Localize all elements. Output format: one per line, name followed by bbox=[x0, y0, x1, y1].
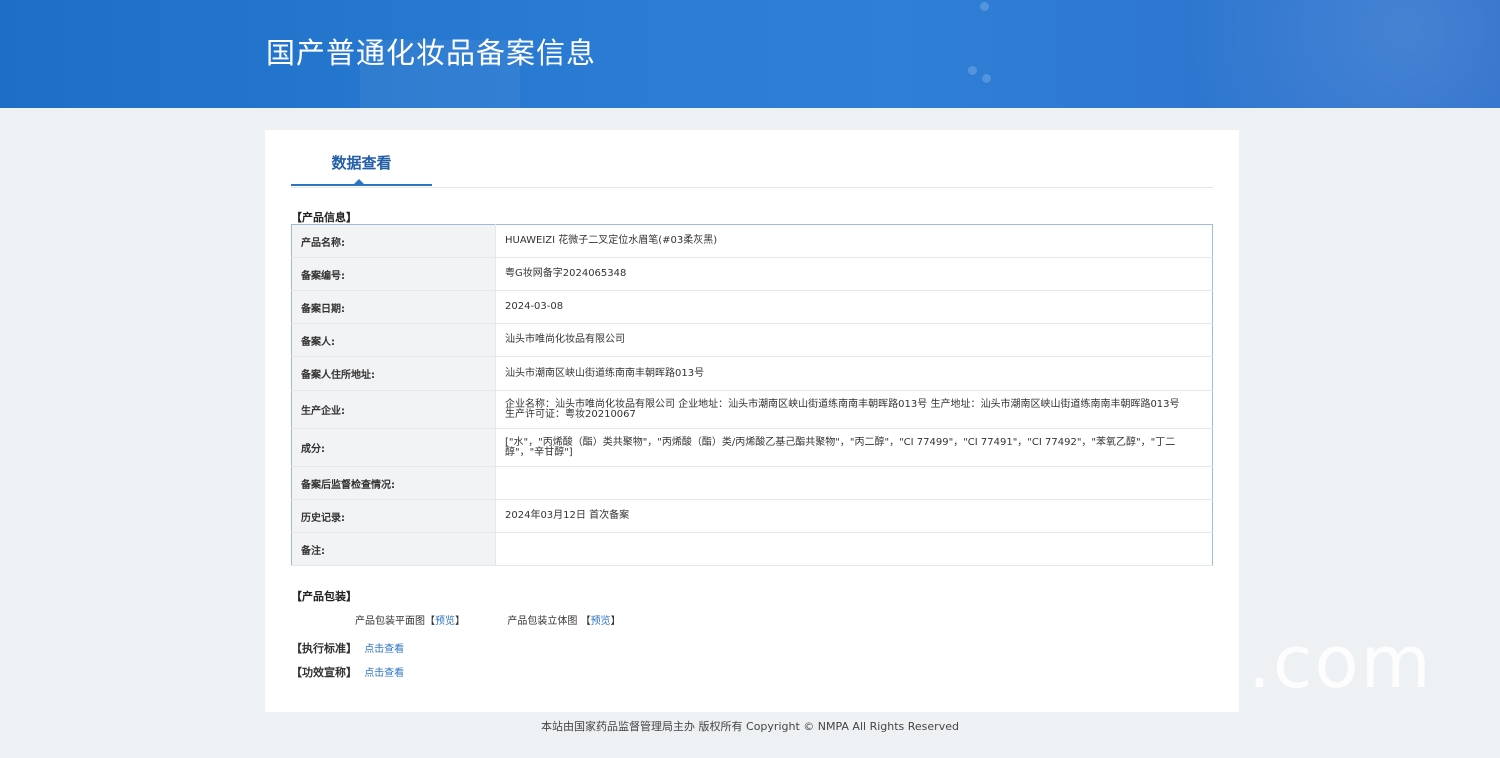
efficacy-view-link[interactable]: 点击查看 bbox=[364, 668, 404, 679]
table-row: 备案人住所地址: 汕头市潮南区峡山街道练南南丰朝晖路013号 bbox=[291, 356, 1213, 391]
bracket: 】 bbox=[610, 616, 621, 627]
banner-dot bbox=[968, 66, 977, 75]
row-value-cell: ["水"，"丙烯酸（酯）类共聚物"，"丙烯酸（酯）类/丙烯酸乙基己酯共聚物"，"… bbox=[495, 428, 1213, 467]
efficacy-line: 【功效宣称】 点击查看 bbox=[291, 664, 404, 680]
content-card: 数据查看 【产品信息】 产品名称: HUAWEIZI 花微子二叉定位水眉笔(#0… bbox=[265, 130, 1239, 712]
table-row: 备注: bbox=[291, 532, 1213, 566]
table-row: 产品名称: HUAWEIZI 花微子二叉定位水眉笔(#03柔灰黑) bbox=[291, 224, 1213, 258]
row-value: 汕头市潮南区峡山街道练南南丰朝晖路013号 bbox=[495, 356, 1213, 391]
tab-data-view[interactable]: 数据查看 bbox=[291, 130, 432, 186]
packaging-solid-label: 产品包装立体图 bbox=[507, 616, 578, 627]
row-value: 企业名称：汕头市唯尚化妆品有限公司 企业地址：汕头市潮南区峡山街道练南南丰朝晖路… bbox=[505, 398, 1180, 420]
footer-copyright: 本站由国家药品监督管理局主办 版权所有 Copyright © NMPA All… bbox=[541, 720, 959, 733]
row-key: 生产企业: bbox=[291, 390, 496, 429]
table-row: 备案日期: 2024-03-08 bbox=[291, 290, 1213, 324]
active-tab-caret-icon bbox=[354, 179, 364, 184]
table-row: 历史记录: 2024年03月12日 首次备案 bbox=[291, 499, 1213, 533]
row-key: 备案编号: bbox=[291, 257, 496, 291]
section-title-standard: 【执行标准】 bbox=[291, 642, 357, 655]
row-value: 2024年03月12日 首次备案 bbox=[495, 499, 1213, 533]
packaging-row: 产品包装平面图【预览】 产品包装立体图 【预览】 bbox=[355, 612, 621, 627]
bracket: 【 bbox=[425, 616, 435, 627]
table-row: 成分: ["水"，"丙烯酸（酯）类共聚物"，"丙烯酸（酯）类/丙烯酸乙基己酯共聚… bbox=[291, 428, 1213, 467]
page-title: 国产普通化妆品备案信息 bbox=[266, 36, 597, 70]
banner-glow bbox=[1050, 0, 1500, 108]
standard-line: 【执行标准】 点击查看 bbox=[291, 640, 404, 656]
table-row: 备案编号: 粤G妆网备字2024065348 bbox=[291, 257, 1213, 291]
table-row: 生产企业: 企业名称：汕头市唯尚化妆品有限公司 企业地址：汕头市潮南区峡山街道练… bbox=[291, 390, 1213, 429]
row-value: 2024-03-08 bbox=[495, 290, 1213, 324]
row-value-cell: 企业名称：汕头市唯尚化妆品有限公司 企业地址：汕头市潮南区峡山街道练南南丰朝晖路… bbox=[495, 390, 1213, 429]
section-title-product-info: 【产品信息】 bbox=[291, 211, 357, 224]
row-value: 汕头市唯尚化妆品有限公司 bbox=[495, 323, 1213, 357]
table-row: 备案后监督检查情况: bbox=[291, 466, 1213, 500]
row-key: 备案日期: bbox=[291, 290, 496, 324]
watermark: .com bbox=[1248, 620, 1433, 704]
row-key: 备案人住所地址: bbox=[291, 356, 496, 391]
bracket: 】 bbox=[455, 616, 465, 627]
row-key: 成分: bbox=[291, 428, 496, 467]
packaging-solid-preview-link[interactable]: 预览 bbox=[591, 616, 611, 627]
product-info-table: 产品名称: HUAWEIZI 花微子二叉定位水眉笔(#03柔灰黑) 备案编号: … bbox=[291, 224, 1213, 566]
row-value bbox=[495, 466, 1213, 500]
standard-view-link[interactable]: 点击查看 bbox=[364, 644, 404, 655]
tab-label: 数据查看 bbox=[331, 154, 392, 172]
row-key: 备案人: bbox=[291, 323, 496, 357]
row-value bbox=[495, 532, 1213, 566]
table-row: 备案人: 汕头市唯尚化妆品有限公司 bbox=[291, 323, 1213, 357]
section-title-packaging: 【产品包装】 bbox=[291, 590, 357, 603]
header-banner: 国产普通化妆品备案信息 bbox=[0, 0, 1500, 108]
row-value: ["水"，"丙烯酸（酯）类共聚物"，"丙烯酸（酯）类/丙烯酸乙基己酯共聚物"，"… bbox=[505, 436, 1176, 458]
packaging-flat-label: 产品包装平面图 bbox=[355, 616, 425, 627]
row-key: 历史记录: bbox=[291, 499, 496, 533]
section-title-efficacy: 【功效宣称】 bbox=[291, 666, 357, 679]
packaging-flat-preview-link[interactable]: 预览 bbox=[435, 616, 455, 627]
row-key: 备注: bbox=[291, 532, 496, 566]
banner-dot bbox=[982, 74, 991, 83]
row-key: 备案后监督检查情况: bbox=[291, 466, 496, 500]
row-value: 粤G妆网备字2024065348 bbox=[495, 257, 1213, 291]
row-value: HUAWEIZI 花微子二叉定位水眉笔(#03柔灰黑) bbox=[495, 224, 1213, 258]
bracket: 【 bbox=[580, 616, 591, 627]
row-key: 产品名称: bbox=[291, 224, 496, 258]
tab-bar: 数据查看 bbox=[291, 130, 1213, 188]
banner-dot bbox=[980, 2, 989, 11]
